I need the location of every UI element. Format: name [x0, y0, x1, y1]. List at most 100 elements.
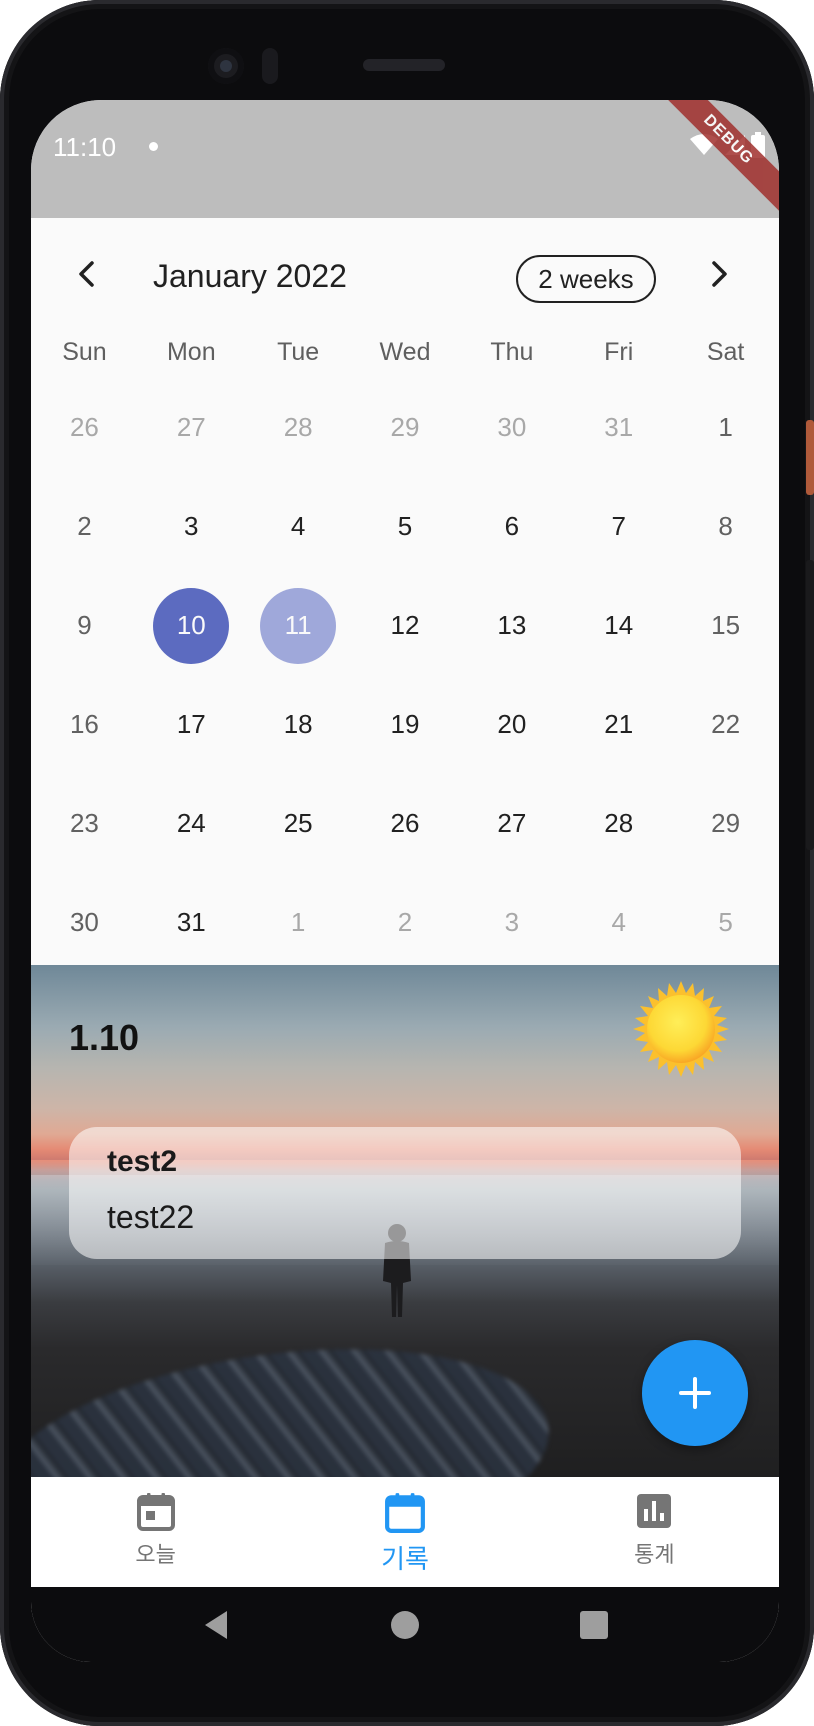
day-number: 5	[718, 907, 733, 937]
day-number: 29	[390, 412, 420, 442]
calendar-week-row: 26 27 28 29 30 31 1	[31, 378, 779, 477]
calendar-day[interactable]: 4	[245, 477, 352, 576]
month-title: January 2022	[153, 258, 347, 294]
calendar-day[interactable]: 23	[31, 774, 138, 873]
day-number: 10	[176, 610, 206, 640]
diary-entry-card[interactable]: test2 test22	[69, 1127, 741, 1259]
day-number: 7	[611, 511, 626, 541]
calendar-day[interactable]: 1	[672, 378, 779, 477]
calendar-day[interactable]: 14	[565, 576, 672, 675]
calendar-day[interactable]: 3	[458, 873, 565, 972]
calendar-week-row: 16 17 18 19 20 21 22	[31, 675, 779, 774]
calendar-week-row: 2 3 4 5 6 7 8	[31, 477, 779, 576]
notification-dot-icon	[149, 142, 158, 151]
calendar-day[interactable]: 19	[352, 675, 459, 774]
calendar-day[interactable]: 29	[352, 378, 459, 477]
calendar-day[interactable]: 3	[138, 477, 245, 576]
day-number: 29	[711, 808, 741, 838]
day-number: 2	[77, 511, 92, 541]
previous-month-button[interactable]	[67, 254, 107, 294]
calendar-week-row: 9 10 11 12 13 14 15	[31, 576, 779, 675]
calendar-day[interactable]: 27	[458, 774, 565, 873]
day-number: 1	[718, 412, 733, 442]
app-screen: 11:10 DEBUG January 2022 2 weeks Sun Mon	[31, 100, 779, 1662]
calendar-day[interactable]: 9	[31, 576, 138, 675]
day-number: 4	[611, 907, 626, 937]
day-number: 26	[69, 412, 99, 442]
weekday-label: Fri	[604, 338, 634, 366]
debug-banner: DEBUG	[643, 100, 779, 225]
calendar-day[interactable]: 31	[565, 378, 672, 477]
calendar-day[interactable]: 17	[138, 675, 245, 774]
nav-item-records[interactable]: 기록	[280, 1477, 529, 1587]
calendar-day[interactable]: 8	[672, 477, 779, 576]
system-back-button[interactable]	[196, 1605, 236, 1645]
add-entry-button[interactable]	[642, 1340, 748, 1446]
phone-frame: 11:10 DEBUG January 2022 2 weeks Sun Mon	[0, 0, 814, 1726]
calendar-day[interactable]: 31	[138, 873, 245, 972]
calendar-day[interactable]: 30	[458, 378, 565, 477]
selected-date-label: 1.10	[69, 1017, 140, 1058]
calendar-day[interactable]: 20	[458, 675, 565, 774]
calendar-day[interactable]: 13	[458, 576, 565, 675]
system-home-button[interactable]	[385, 1605, 425, 1645]
calendar-day[interactable]: 2	[31, 477, 138, 576]
nav-label-today: 오늘	[135, 1543, 176, 1568]
calendar-format-button[interactable]: 2 weeks	[516, 255, 656, 303]
day-number: 8	[718, 511, 733, 541]
plus-icon	[679, 1377, 711, 1409]
calendar-day-today[interactable]: 11	[245, 576, 352, 675]
day-number: 17	[176, 709, 206, 739]
calendar-day[interactable]: 6	[458, 477, 565, 576]
calendar-day[interactable]: 26	[352, 774, 459, 873]
weekday-label: Mon	[166, 338, 216, 366]
calendar-day[interactable]: 5	[352, 477, 459, 576]
calendar-day[interactable]: 22	[672, 675, 779, 774]
day-number: 5	[397, 511, 413, 541]
calendar-day[interactable]: 30	[31, 873, 138, 972]
day-number: 23	[69, 808, 99, 838]
calendar-day[interactable]: 1	[245, 873, 352, 972]
day-number: 9	[77, 610, 92, 640]
day-number: 28	[283, 412, 313, 442]
calendar-week-row: 30 31 1 2 3 4 5	[31, 873, 779, 972]
chevron-right-icon	[712, 261, 727, 287]
calendar-day[interactable]: 18	[245, 675, 352, 774]
calendar-day[interactable]: 16	[31, 675, 138, 774]
calendar-day[interactable]: 12	[352, 576, 459, 675]
calendar-day[interactable]: 27	[138, 378, 245, 477]
day-number: 21	[604, 709, 634, 739]
calendar-day[interactable]: 24	[138, 774, 245, 873]
calendar-day[interactable]: 29	[672, 774, 779, 873]
weekday-header-row: Sun Mon Tue Wed Thu Fri Sat	[31, 338, 779, 378]
recents-square-icon	[580, 1610, 609, 1639]
calendar-day[interactable]: 21	[565, 675, 672, 774]
power-button	[806, 420, 814, 495]
system-recents-button[interactable]	[574, 1605, 614, 1645]
nav-item-today[interactable]: 오늘	[31, 1477, 280, 1587]
calendar-day[interactable]: 5	[672, 873, 779, 972]
day-number: 28	[604, 808, 634, 838]
front-camera	[208, 48, 244, 84]
calendar-day[interactable]: 28	[565, 774, 672, 873]
calendar-day[interactable]: 25	[245, 774, 352, 873]
calendar-day[interactable]: 28	[245, 378, 352, 477]
weekday-label: Thu	[490, 338, 534, 366]
status-time: 11:10	[53, 132, 117, 162]
calendar-day[interactable]: 26	[31, 378, 138, 477]
volume-button	[806, 560, 814, 850]
next-month-button[interactable]	[699, 254, 739, 294]
system-navigation-bar	[31, 1587, 779, 1662]
day-number: 27	[497, 808, 527, 838]
calendar-day-selected[interactable]: 10	[138, 576, 245, 675]
entry-body: test22	[107, 1199, 195, 1235]
weekday-label: Sat	[706, 338, 745, 366]
calendar-day[interactable]: 7	[565, 477, 672, 576]
bottom-navigation: 오늘 기록 통계	[31, 1477, 779, 1587]
calendar-day[interactable]: 4	[565, 873, 672, 972]
home-circle-icon	[390, 1610, 419, 1639]
calendar-day[interactable]: 15	[672, 576, 779, 675]
back-triangle-icon	[204, 1610, 227, 1639]
nav-item-stats[interactable]: 통계	[530, 1477, 779, 1587]
calendar-day[interactable]: 2	[352, 873, 459, 972]
